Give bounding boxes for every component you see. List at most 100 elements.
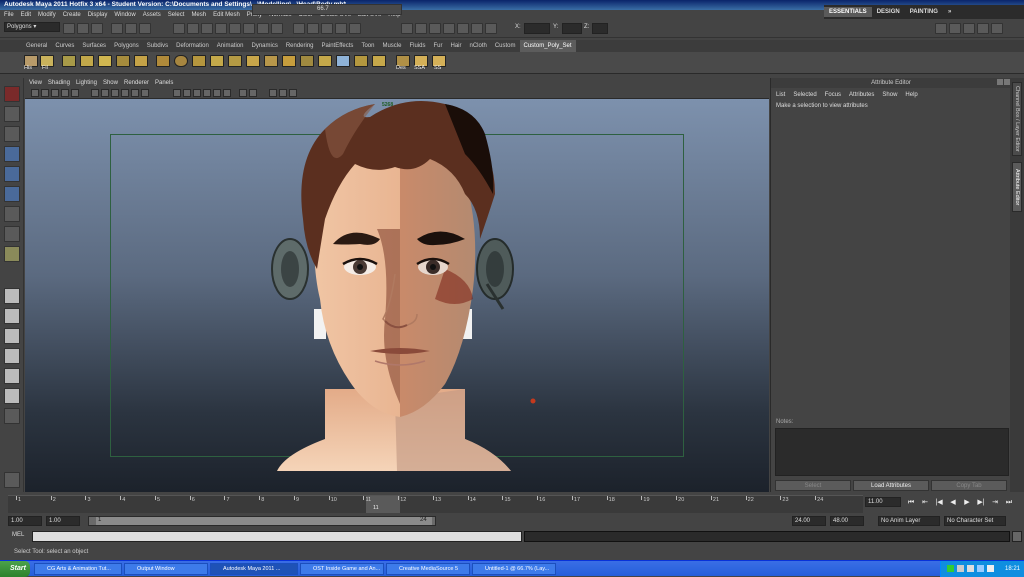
- ae-menu-help[interactable]: Help: [905, 92, 917, 98]
- poly-tool-icon[interactable]: [264, 55, 278, 67]
- poly-tool-icon[interactable]: [174, 55, 188, 67]
- wireframe-on-shaded-icon[interactable]: [193, 89, 201, 97]
- poly-tool-icon[interactable]: [282, 55, 296, 67]
- start-button[interactable]: Start: [0, 561, 30, 577]
- task-creative-mediasource[interactable]: Creative MediaSource 5: [386, 563, 470, 575]
- tab-curves[interactable]: Curves: [51, 40, 78, 52]
- anim-layer-dropdown[interactable]: No Anim Layer: [878, 516, 940, 526]
- poly-tool-icon[interactable]: [354, 55, 368, 67]
- two-layout-icon[interactable]: [4, 328, 20, 344]
- step-forward-frame-button[interactable]: ▶|: [975, 497, 987, 508]
- copy-tab-button[interactable]: Copy Tab: [931, 480, 1007, 491]
- workspace-essentials[interactable]: ESSENTIALS: [824, 7, 872, 17]
- step-forward-key-button[interactable]: ⇥: [989, 497, 1001, 508]
- smooth-shade-icon[interactable]: [183, 89, 191, 97]
- film-gate-icon[interactable]: [91, 89, 99, 97]
- tab-custom[interactable]: Custom: [491, 40, 520, 52]
- camera-icon[interactable]: [31, 89, 39, 97]
- play-backwards-button[interactable]: ◀: [947, 497, 959, 508]
- float-panel-icon[interactable]: [997, 79, 1003, 85]
- last-tool-icon[interactable]: [4, 246, 20, 262]
- select-component-icon[interactable]: [139, 23, 151, 34]
- y-field[interactable]: [562, 23, 582, 34]
- x-field[interactable]: [524, 23, 550, 34]
- resolution-gate-icon[interactable]: [101, 89, 109, 97]
- z-field[interactable]: [592, 23, 608, 34]
- current-time-field[interactable]: 11.00: [865, 497, 901, 507]
- poly-tool-icon[interactable]: [80, 55, 94, 67]
- panel-menu-renderer[interactable]: Renderer: [124, 80, 149, 86]
- toggle-panel-icon[interactable]: [949, 23, 961, 34]
- notes-field[interactable]: [775, 428, 1009, 476]
- menu-display[interactable]: Display: [88, 12, 108, 18]
- xray-icon[interactable]: [239, 89, 247, 97]
- panel-menu-shading[interactable]: Shading: [48, 80, 70, 86]
- task-ost-inside-game[interactable]: OST Inside Game and An...: [300, 563, 384, 575]
- go-to-start-button[interactable]: ⏮: [905, 497, 917, 508]
- poly-tool-icon[interactable]: [134, 55, 148, 67]
- mel-label[interactable]: MEL: [12, 532, 24, 538]
- poly-tool-icon[interactable]: [116, 55, 130, 67]
- tray-icon[interactable]: [977, 565, 984, 572]
- tab-channel-box[interactable]: Channel Box / Layer Editor: [1012, 82, 1022, 156]
- play-forwards-button[interactable]: ▶: [961, 497, 973, 508]
- viewport[interactable]: 5268: [25, 99, 769, 492]
- new-scene-icon[interactable]: [63, 23, 75, 34]
- save-scene-icon[interactable]: [91, 23, 103, 34]
- camera-icon[interactable]: [41, 89, 49, 97]
- poly-tool-icon[interactable]: [210, 55, 224, 67]
- single-layout-icon[interactable]: [4, 288, 20, 304]
- live-surface-icon[interactable]: [349, 23, 361, 34]
- lasso-tool-icon[interactable]: [4, 106, 20, 122]
- tab-polygons[interactable]: Polygons: [110, 40, 143, 52]
- tab-animation[interactable]: Animation: [213, 40, 248, 52]
- transform-mode-icon[interactable]: [457, 23, 469, 34]
- tab-attribute-editor[interactable]: Attribute Editor: [1012, 162, 1022, 212]
- hud-icon[interactable]: [269, 89, 277, 97]
- poly-tool-icon[interactable]: [318, 55, 332, 67]
- tab-custom-poly-set[interactable]: Custom_Poly_Set: [519, 40, 576, 52]
- task-autodesk-maya[interactable]: Autodesk Maya 2011 ...: [210, 563, 298, 575]
- tab-subdivs[interactable]: Subdivs: [143, 40, 172, 52]
- mel-input[interactable]: [32, 531, 522, 542]
- workspace-design[interactable]: DESIGN: [872, 7, 905, 17]
- playback-start-field[interactable]: 1.00: [46, 516, 80, 526]
- outliner-layout-icon[interactable]: [4, 348, 20, 364]
- bookmark-icon[interactable]: [51, 89, 59, 97]
- poly-tool-icon[interactable]: [228, 55, 242, 67]
- panel-menu-panels[interactable]: Panels: [155, 80, 173, 86]
- select-object-icon[interactable]: [125, 23, 137, 34]
- script-editor-icon[interactable]: [1012, 531, 1022, 542]
- ipr-render-icon[interactable]: [415, 23, 427, 34]
- paint-select-tool-icon[interactable]: [4, 126, 20, 142]
- isolate-icon[interactable]: [249, 89, 257, 97]
- toggle-panel-icon[interactable]: [977, 23, 989, 34]
- task-untitled-photoshop[interactable]: Untitled-1 @ 66.7% (Lay...: [472, 563, 556, 575]
- menu-select[interactable]: Select: [168, 12, 185, 18]
- toggle-panel-icon[interactable]: [991, 23, 1003, 34]
- tab-dynamics[interactable]: Dynamics: [247, 40, 281, 52]
- tab-muscle[interactable]: Muscle: [378, 40, 405, 52]
- mode-selector-dropdown[interactable]: Polygons ▾: [4, 22, 60, 32]
- ae-menu-selected[interactable]: Selected: [793, 92, 816, 98]
- poly-tool-icon[interactable]: [156, 55, 170, 67]
- scale-tool-icon[interactable]: [4, 186, 20, 202]
- manipulator-tool-icon[interactable]: [4, 206, 20, 222]
- snap-curve-icon[interactable]: [307, 23, 319, 34]
- tab-deformation[interactable]: Deformation: [172, 40, 213, 52]
- tray-icon[interactable]: [967, 565, 974, 572]
- hud-icon[interactable]: [279, 89, 287, 97]
- poly-tool-icon[interactable]: [62, 55, 76, 67]
- field-chart-icon[interactable]: [121, 89, 129, 97]
- graph-layout-icon[interactable]: [4, 368, 20, 384]
- poly-tool-icon[interactable]: [192, 55, 206, 67]
- mask-icon[interactable]: [187, 23, 199, 34]
- toggle-panel-icon[interactable]: [935, 23, 947, 34]
- poly-tool-icon[interactable]: [246, 55, 260, 67]
- gate-mask-icon[interactable]: [111, 89, 119, 97]
- menu-create[interactable]: Create: [63, 12, 81, 18]
- task-output-window[interactable]: Output Window: [124, 563, 208, 575]
- layout-options-icon[interactable]: [4, 408, 20, 424]
- shadows-icon[interactable]: [223, 89, 231, 97]
- snap-plane-icon[interactable]: [335, 23, 347, 34]
